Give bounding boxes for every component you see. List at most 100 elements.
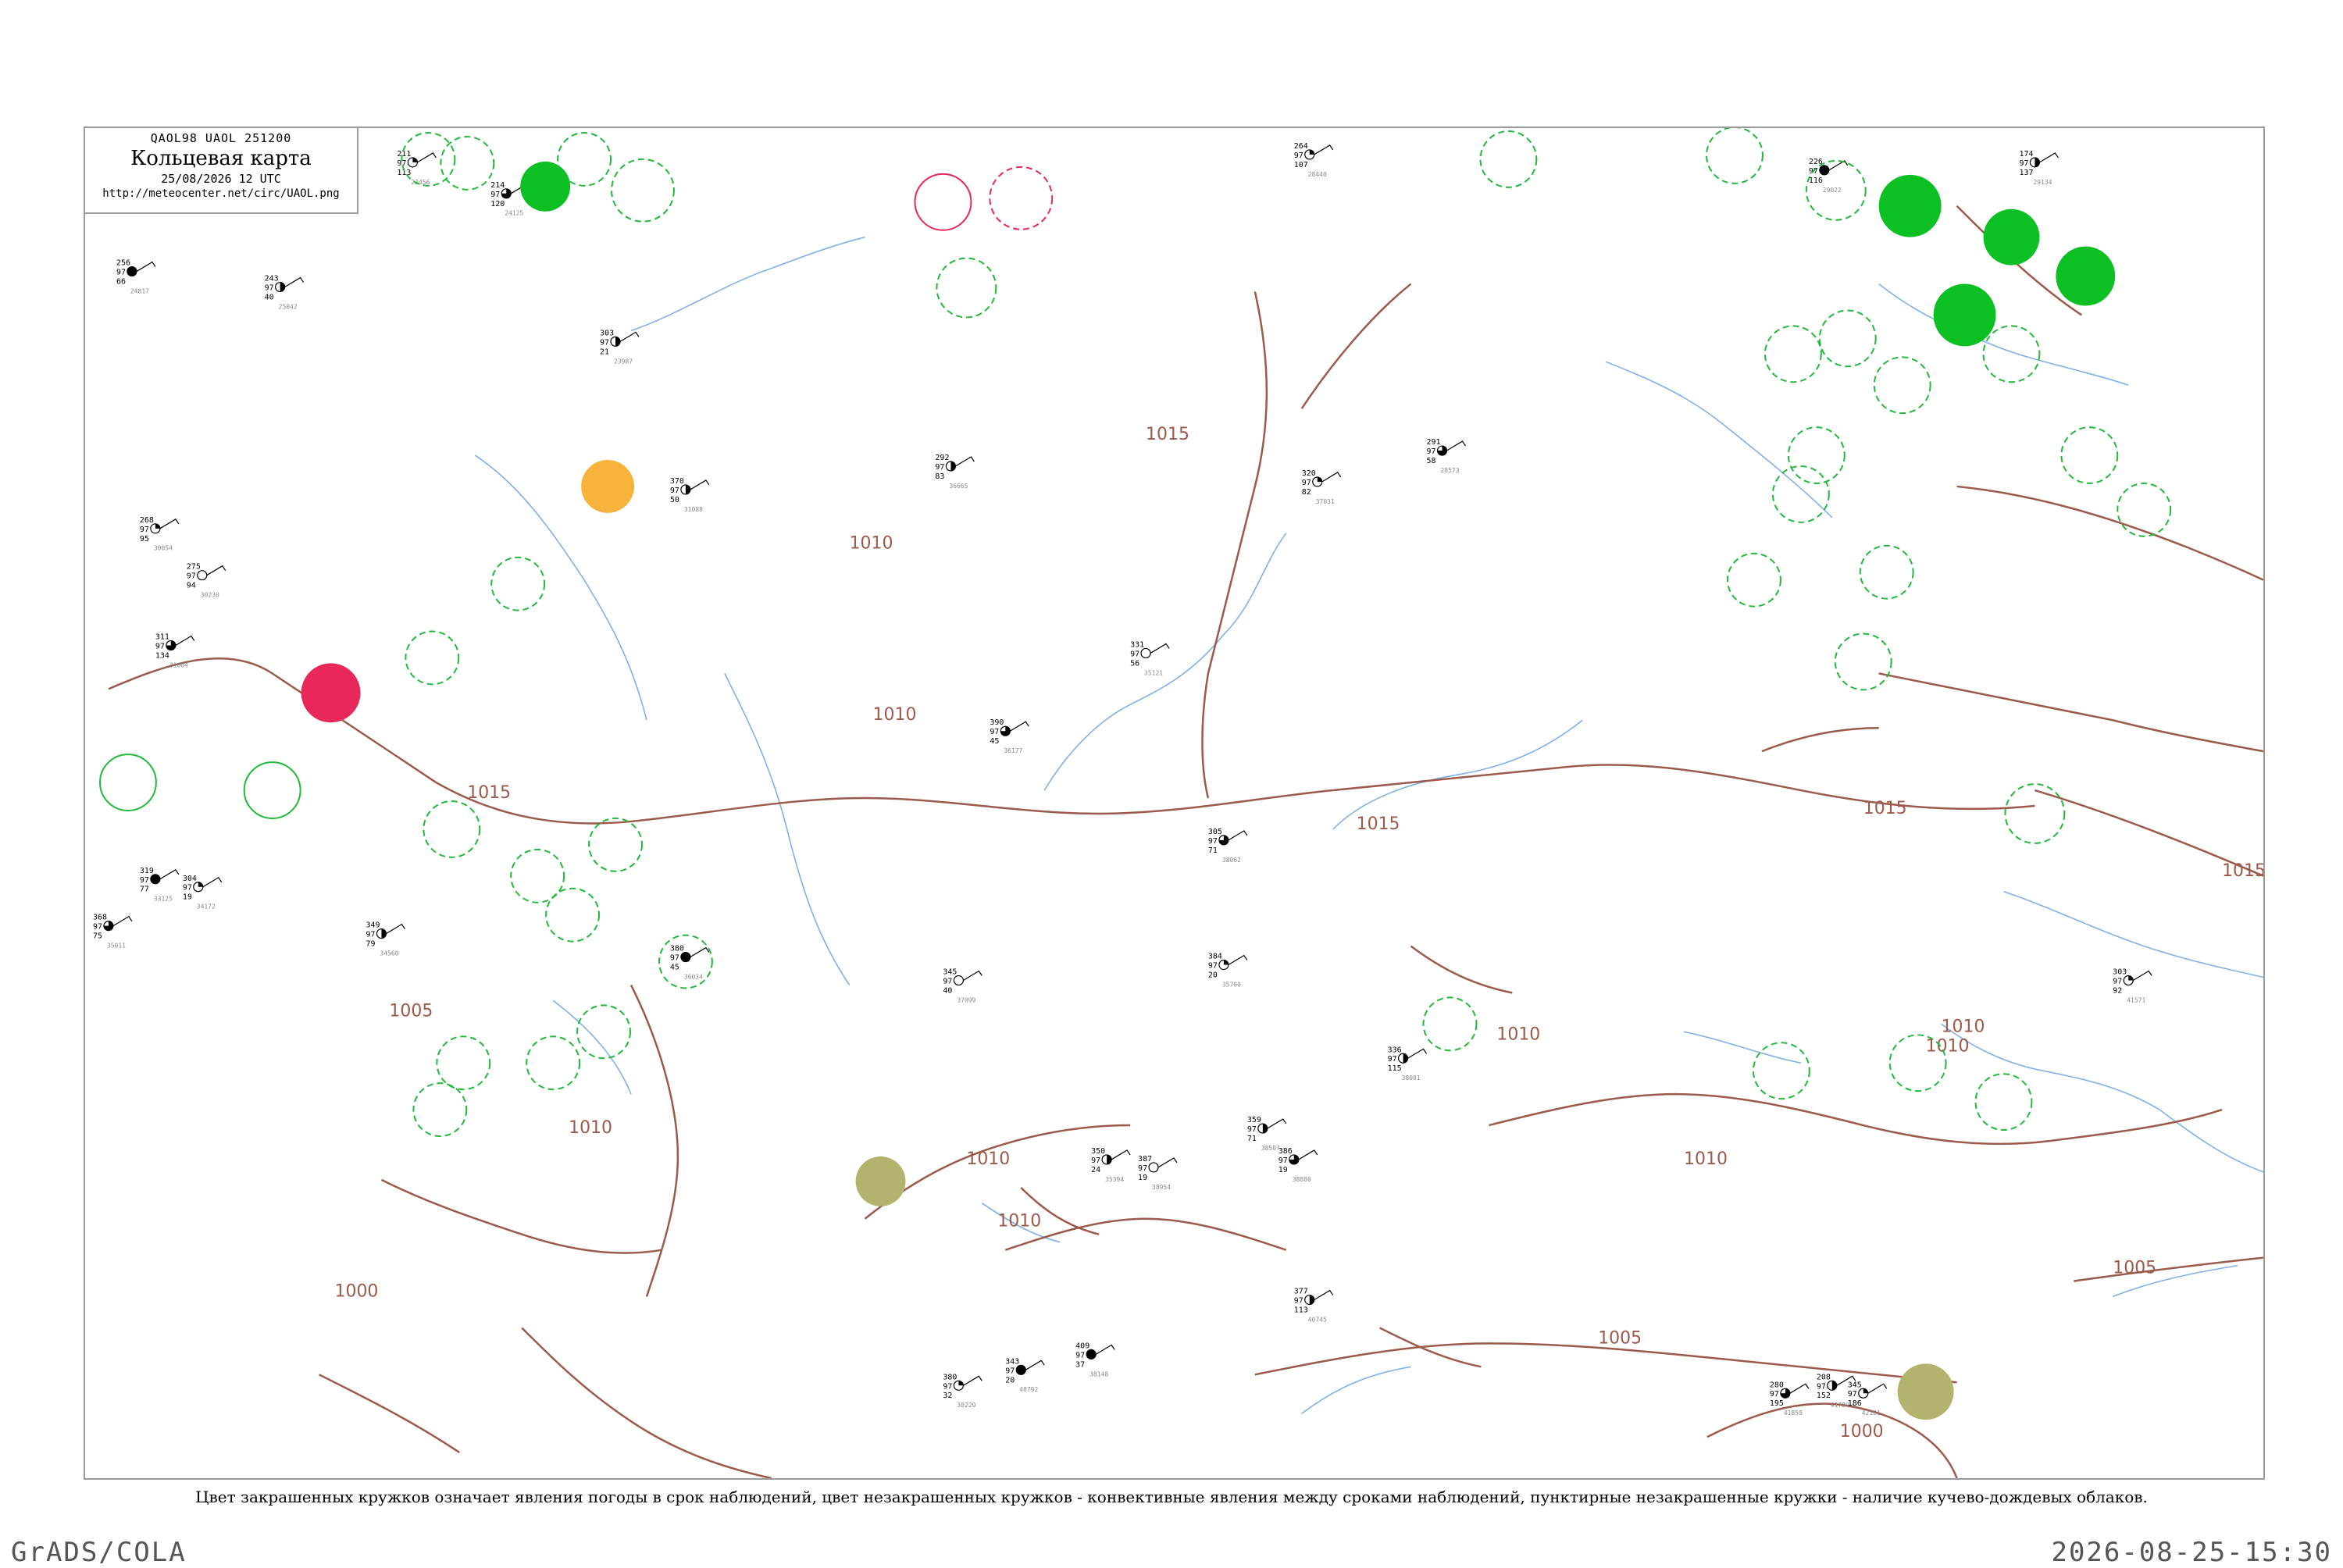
station-index: 30054 [154,545,173,552]
station-plot: 3689775 35011 [93,914,133,950]
cb-cloud-circle [1787,426,1846,484]
station-index: 35394 [1105,1176,1124,1183]
station-plot: 2809719541859 [1770,1381,1810,1417]
station-index: 30230 [201,592,219,599]
station-cloud-fill-icon [412,157,418,162]
station-index: 23987 [614,358,633,365]
isobar-label: 1015 [1863,799,1907,818]
station-index: 24817 [130,288,149,295]
wind-barb-icon [2132,970,2152,981]
wind-barb-icon [1867,1383,1888,1394]
station-pressure: 280 [1770,1381,1784,1389]
wind-barb-icon [2039,152,2059,163]
station-cloud-fill-icon [198,882,203,887]
station-cloud-fill-icon [1262,1124,1268,1134]
station-pressure: 305 [1208,828,1222,836]
isobar-label: 1010 [1496,1025,1540,1044]
station-index: 28573 [1441,467,1460,474]
station-temperature: 97 [140,876,149,885]
isobar-label: 1015 [2222,861,2263,881]
station-visibility: 95 [140,535,149,543]
station-visibility: 56 [1130,659,1139,668]
station-temperature: 97 [265,284,274,293]
station-visibility: 107 [1294,161,1308,169]
station-plot: 2689795 30054 [140,516,180,552]
station-temperature: 97 [1817,1382,1826,1391]
station-pressure: 292 [935,454,949,462]
station-cloud-fill-icon [280,282,285,292]
cb-cloud-circle [2060,426,2119,484]
station-visibility: 75 [93,932,102,941]
cb-cloud-circle [557,131,612,187]
station-index: 36665 [949,483,968,490]
station-cloud-fill-icon [127,266,137,276]
station-visibility: 20 [1208,971,1218,979]
station-pressure: 368 [93,914,107,922]
cb-cloud-circle [1479,130,1538,188]
station-temperature: 97 [1294,1297,1303,1306]
station-cloud-cover-icon [197,570,208,581]
station-index: 42101 [1862,1409,1881,1417]
station-plot: 2569766 24817 [116,259,156,295]
station-plot: 3509724 35394 [1091,1147,1131,1183]
dust-circle [1897,1363,1954,1420]
cb-cloud-circle [1859,544,1914,600]
synoptic-chart: 1015 1015 1015 1015 1015 1010 1010 1010 … [93,128,2263,1478]
cb-cloud-circle [611,158,675,223]
station-plot: 3049719 34172 [183,875,223,911]
wind-barb-icon [1314,144,1334,155]
isobar-label: 1015 [1357,814,1400,834]
station-index: 38148 [1089,1370,1108,1377]
station-cloud-fill-icon [155,523,160,529]
thunder-interval-circle [243,761,301,819]
station-cloud-fill-icon [2035,157,2040,167]
source-url[interactable]: http://meteocenter.net/circ/UAOL.png [85,187,357,200]
station-temperature: 97 [1208,962,1218,971]
station-visibility: 19 [1138,1174,1147,1182]
station-visibility: 195 [1770,1399,1784,1408]
station-pressure: 319 [140,867,154,875]
station-index: 29022 [1823,187,1842,194]
rain-circle [1878,174,1942,237]
wind-barb-icon [112,915,133,927]
cb-cloud-circle [490,556,546,611]
station-visibility: 137 [2019,169,2033,177]
isobar-label: 1010 [1942,1017,1985,1036]
station-cloud-fill-icon [1819,165,1829,175]
wind-barb-icon [175,635,195,646]
wind-barb-icon [1828,160,1849,171]
wind-barb-icon [136,261,156,273]
station-index: 31088 [684,506,703,513]
station-index: 40745 [1308,1316,1327,1323]
cb-cloud-circle [405,630,460,686]
station-index: 40792 [1019,1386,1038,1393]
station-plot: 4099737 38148 [1075,1342,1115,1377]
station-plot: 3439720 40792 [1005,1357,1045,1393]
station-visibility: 77 [140,886,149,894]
station-pressure: 386 [1278,1147,1293,1156]
cb-cloud-circle [1763,325,1822,383]
weather-map: 1015 1015 1015 1015 1015 1010 1010 1010 … [84,127,2265,1480]
station-plot: 3369711538001 [1388,1046,1428,1082]
isobar-label: 1000 [1840,1422,1884,1441]
rain-circle [1983,208,2040,265]
station-pressure: 359 [1247,1116,1261,1124]
station-visibility: 21 [600,347,609,356]
isobar-label: 1015 [467,783,511,803]
station-index: 37099 [957,996,975,1003]
station-cloud-fill-icon [950,461,956,471]
wind-barb-icon [159,868,180,880]
station-index: 41571 [2127,996,2145,1003]
station-visibility: 82 [1302,488,1311,497]
cb-cloud-circle [1422,996,1478,1052]
station-pressure: 345 [943,968,957,976]
station-index: 28440 [1308,171,1327,178]
station-index: 38507 [1261,1145,1280,1152]
station-pressure: 174 [2019,150,2033,159]
isobar-label: 1010 [966,1149,1010,1169]
station-index: 35700 [1222,981,1241,988]
station-pressure: 380 [943,1373,957,1381]
station-pressure: 303 [600,329,614,337]
station-visibility: 37 [1075,1360,1085,1369]
cb-cloud-circle [526,1035,581,1091]
